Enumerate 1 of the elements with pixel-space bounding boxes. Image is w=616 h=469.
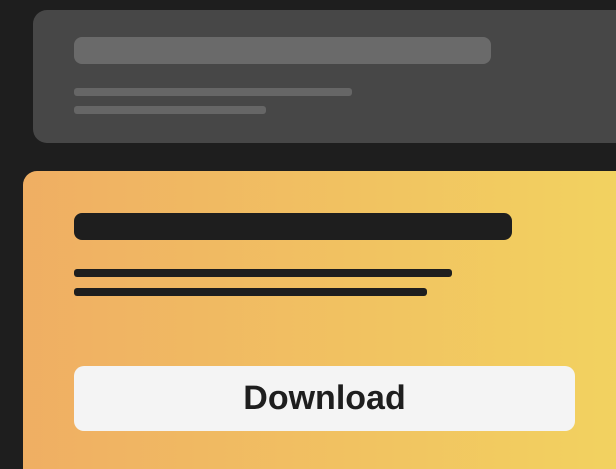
- download-button[interactable]: Download: [74, 366, 575, 431]
